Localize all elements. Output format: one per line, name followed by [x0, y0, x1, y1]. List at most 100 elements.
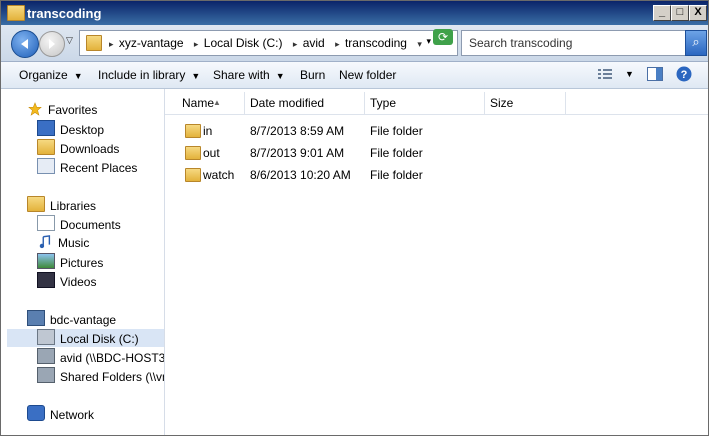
view-options-button[interactable] — [597, 67, 613, 84]
nav-libraries-label: Libraries — [50, 199, 97, 213]
include-in-library-label: Include in library — [98, 68, 186, 82]
nav-documents-label: Documents — [60, 218, 121, 232]
search-input[interactable]: Search transcoding — [461, 30, 687, 56]
nav-network[interactable]: Network — [27, 405, 94, 423]
back-arrow-icon — [21, 39, 28, 49]
music-icon — [39, 235, 51, 249]
recent-pages-dropdown[interactable]: ▽ — [66, 35, 73, 46]
file-type: File folder — [370, 146, 423, 160]
column-header-row: Name ▲ Date modified Type Size — [165, 90, 708, 115]
organize-menu[interactable]: Organize ▼ — [19, 68, 83, 82]
forward-arrow-icon — [49, 39, 55, 49]
chevron-down-icon: ▼ — [73, 71, 83, 81]
list-view-icon — [598, 69, 612, 79]
pictures-icon — [37, 253, 55, 269]
file-row[interactable]: in 8/7/2013 8:59 AM File folder — [165, 121, 708, 141]
nav-local-disk-label: Local Disk (C:) — [60, 332, 139, 346]
explorer-window: transcoding _ □ X ▽ ▸ xyz-vantage ▸ Loca… — [0, 0, 709, 436]
breadcrumb-separator-icon[interactable]: ▸ — [194, 39, 199, 49]
organize-label: Organize — [19, 68, 68, 82]
column-header-name[interactable]: Name ▲ — [165, 92, 245, 114]
column-name-label: Name — [182, 96, 215, 110]
column-header-size[interactable]: Size — [485, 92, 566, 114]
burn-button[interactable]: Burn — [300, 68, 325, 82]
file-date: 8/6/2013 10:20 AM — [250, 168, 351, 182]
nav-desktop[interactable]: Desktop — [37, 120, 104, 138]
nav-avid-share[interactable]: avid (\\BDC-HOST3) (\ — [37, 348, 164, 366]
network-drive-icon — [37, 367, 55, 383]
nav-libraries[interactable]: Libraries — [27, 196, 96, 214]
back-button[interactable] — [11, 30, 39, 58]
share-with-label: Share with — [213, 68, 270, 82]
file-type: File folder — [370, 168, 423, 182]
nav-shared-folders[interactable]: Shared Folders (\\vmw — [37, 367, 164, 385]
column-size-label: Size — [490, 96, 514, 110]
nav-music[interactable]: Music — [37, 234, 89, 252]
nav-local-disk[interactable]: Local Disk (C:) — [7, 329, 164, 347]
file-row[interactable]: watch 8/6/2013 10:20 AM File folder — [165, 165, 708, 185]
breadcrumb-separator-icon[interactable]: ▸ — [293, 39, 298, 49]
help-icon: ? — [676, 66, 692, 82]
refresh-button[interactable]: ⟳ — [433, 29, 453, 45]
svg-text:?: ? — [681, 69, 688, 81]
nav-documents[interactable]: Documents — [37, 215, 121, 233]
breadcrumb-separator-icon[interactable]: ▸ — [109, 39, 114, 49]
view-dropdown-icon[interactable]: ▼ — [625, 69, 634, 79]
search-icon[interactable]: ⌕ — [685, 30, 707, 56]
breadcrumb-xyz-vantage[interactable]: xyz-vantage — [119, 36, 184, 50]
column-header-date-modified[interactable]: Date modified — [245, 92, 365, 114]
nav-desktop-label: Desktop — [60, 123, 105, 137]
help-button[interactable]: ? — [676, 66, 692, 85]
breadcrumb: ▸ xyz-vantage ▸ Local Disk (C:) ▸ avid ▸… — [104, 36, 424, 50]
address-bar[interactable]: ▸ xyz-vantage ▸ Local Disk (C:) ▸ avid ▸… — [79, 30, 458, 56]
nav-videos-label: Videos — [60, 275, 97, 289]
nav-recent-places-label: Recent Places — [60, 161, 138, 175]
maximize-button[interactable]: □ — [671, 5, 689, 21]
share-with-menu[interactable]: Share with ▼ — [213, 68, 285, 82]
close-button[interactable]: X — [689, 5, 707, 21]
disk-drive-icon — [37, 329, 55, 345]
computer-icon — [27, 310, 45, 326]
star-icon — [28, 102, 42, 116]
forward-button[interactable] — [39, 31, 65, 57]
nav-pictures[interactable]: Pictures — [37, 253, 103, 271]
window-title: transcoding — [27, 6, 102, 21]
preview-pane-button[interactable] — [647, 67, 663, 84]
breadcrumb-separator-icon[interactable]: ▸ — [335, 39, 340, 49]
nav-recent-places[interactable]: Recent Places — [37, 158, 137, 176]
file-date: 8/7/2013 9:01 AM — [250, 146, 345, 160]
nav-favorites-label: Favorites — [48, 103, 98, 117]
nav-favorites[interactable]: Favorites — [27, 101, 97, 119]
chevron-down-icon: ▼ — [191, 71, 201, 81]
folder-icon — [185, 146, 201, 160]
search-placeholder: Search transcoding — [469, 36, 573, 50]
breadcrumb-separator-icon[interactable]: ▾ — [417, 39, 422, 49]
breadcrumb-transcoding[interactable]: transcoding — [345, 36, 407, 50]
documents-icon — [37, 215, 55, 231]
new-folder-button[interactable]: New folder — [339, 68, 396, 82]
include-in-library-menu[interactable]: Include in library ▼ — [98, 68, 200, 82]
minimize-button[interactable]: _ — [653, 5, 671, 21]
column-header-type[interactable]: Type — [365, 92, 485, 114]
nav-pictures-label: Pictures — [60, 256, 104, 270]
libraries-icon — [27, 196, 45, 212]
folder-icon — [7, 5, 25, 21]
command-bar: Organize ▼ Include in library ▼ Share with… — [1, 62, 708, 89]
address-dropdown-icon[interactable]: ▾ — [426, 36, 431, 47]
nav-computer[interactable]: bdc-vantage — [27, 310, 116, 328]
file-row[interactable]: out 8/7/2013 9:01 AM File folder — [165, 143, 708, 163]
chevron-down-icon: ▼ — [275, 71, 285, 81]
nav-computer-label: bdc-vantage — [50, 313, 117, 327]
title-bar[interactable]: transcoding _ □ X — [1, 1, 708, 25]
nav-videos[interactable]: Videos — [37, 272, 96, 290]
breadcrumb-local-disk[interactable]: Local Disk (C:) — [204, 36, 283, 50]
folder-icon — [185, 124, 201, 138]
file-name: out — [203, 146, 220, 160]
videos-icon — [37, 272, 55, 288]
sort-ascending-icon: ▲ — [213, 98, 221, 107]
nav-downloads[interactable]: Downloads — [37, 139, 119, 157]
file-name: watch — [203, 168, 235, 182]
address-row: ▽ ▸ xyz-vantage ▸ Local Disk (C:) ▸ avid… — [1, 25, 708, 62]
nav-shared-folders-label: Shared Folders (\\vmw — [60, 370, 164, 384]
breadcrumb-avid[interactable]: avid — [303, 36, 325, 50]
